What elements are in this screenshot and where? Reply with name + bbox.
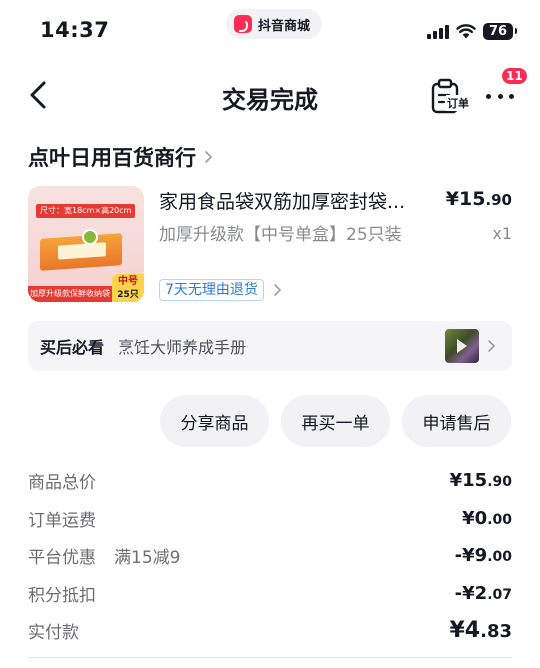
wifi-icon: [456, 24, 476, 39]
apply-after-sale-button[interactable]: 申请售后: [402, 395, 511, 447]
order-label[interactable]: 订单: [446, 95, 470, 111]
goods-total-int: ¥15: [449, 470, 488, 492]
summary-row-paid: 实付款 ¥4.83: [28, 612, 512, 650]
chevron-right-icon: [205, 151, 212, 163]
thumb-size-banner: 尺寸：宽18cm×高20cm: [36, 204, 136, 218]
share-product-button[interactable]: 分享商品: [160, 395, 269, 447]
thumb-tag-size: 中号: [118, 276, 138, 287]
paid-int: ¥4: [449, 618, 481, 644]
video-thumbnail[interactable]: [445, 329, 479, 363]
divider: [28, 657, 512, 658]
platform-discount-int: -¥9: [454, 545, 488, 567]
summary-row-platform-discount: 平台优惠 满15减9 -¥9.00: [28, 537, 512, 575]
shipping-value: ¥0.00: [462, 508, 512, 529]
summary-row-shipping: 订单运费 ¥0.00: [28, 500, 512, 538]
chevron-right-icon: [488, 340, 495, 352]
rebuy-button[interactable]: 再买一单: [281, 395, 390, 447]
product-price-dec: .90: [485, 191, 512, 209]
thumb-box-graphic: [40, 233, 122, 271]
paid-label: 实付款: [28, 623, 79, 644]
return-policy-link[interactable]: 7天无理由退货: [159, 279, 282, 301]
douyin-mall-logo-icon: [234, 15, 252, 33]
notification-badge: 11: [501, 67, 528, 85]
thumb-size-tag: 中号 25只: [112, 274, 144, 302]
chevron-right-icon: [274, 284, 281, 296]
platform-discount-label: 平台优惠: [28, 548, 96, 569]
goods-total-label: 商品总价: [28, 473, 96, 494]
guide-label: 买后必看: [40, 338, 105, 357]
thumb-tag-count: 25只: [117, 290, 139, 300]
more-icon[interactable]: [484, 84, 516, 108]
product-price: ¥15.90: [446, 188, 512, 210]
shipping-int: ¥0: [462, 507, 488, 529]
product-image[interactable]: 尺寸：宽18cm×高20cm 加厚升级款保鲜收纳袋 中号 25只: [28, 186, 144, 302]
platform-discount-value: -¥9.00: [455, 545, 512, 566]
points-deduct-dec: .07: [487, 586, 512, 603]
app-source-name: 抖音商城: [258, 18, 311, 34]
order-actions: 分享商品 再买一单 申请售后: [160, 395, 511, 447]
after-purchase-guide[interactable]: 买后必看 烹饪大师养成手册: [28, 321, 512, 371]
product-quantity: x1: [492, 224, 512, 243]
status-bar: 14:37 抖音商城 76: [0, 0, 540, 64]
product-card[interactable]: 尺寸：宽18cm×高20cm 加厚升级款保鲜收纳袋 中号 25只 家用食品袋双筋…: [28, 186, 512, 302]
thumb-logo-graphic: [82, 229, 98, 245]
price-summary: 商品总价 ¥15.90 订单运费 ¥0.00 平台优惠 满15减9 -¥9.00…: [28, 462, 512, 650]
points-deduct-label: 积分抵扣: [28, 585, 96, 606]
app-source-pill[interactable]: 抖音商城: [226, 9, 323, 39]
paid-dec: .83: [480, 621, 512, 643]
goods-total-dec: .90: [487, 474, 512, 491]
shop-link[interactable]: 点叶日用百货商行: [28, 142, 214, 172]
nav-bar: 交易完成 订单 11: [0, 64, 540, 128]
shipping-dec: .00: [487, 511, 512, 528]
paid-value: ¥4.83: [449, 618, 512, 643]
cellular-signal-icon: [427, 25, 449, 39]
shipping-label: 订单运费: [28, 510, 96, 531]
summary-row-goods-total: 商品总价 ¥15.90: [28, 462, 512, 500]
status-time: 14:37: [40, 18, 110, 42]
shop-name: 点叶日用百货商行: [28, 146, 196, 170]
platform-discount-dec: .00: [487, 549, 512, 566]
goods-total-value: ¥15.90: [450, 470, 512, 491]
product-variant: 加厚升级款【中号单盒】25只装: [159, 225, 402, 245]
points-deduct-value: -¥2.07: [455, 583, 512, 604]
platform-discount-note: 满15减9: [114, 548, 181, 569]
product-title: 家用食品袋双筋加厚密封袋...: [159, 191, 406, 213]
summary-row-points-deduct: 积分抵扣 -¥2.07: [28, 575, 512, 613]
guide-text: 烹饪大师养成手册: [118, 338, 247, 357]
points-deduct-int: -¥2: [454, 582, 488, 604]
battery-icon: 76: [483, 23, 517, 40]
return-policy-tag: 7天无理由退货: [159, 279, 264, 301]
product-price-int: ¥15: [445, 188, 486, 210]
